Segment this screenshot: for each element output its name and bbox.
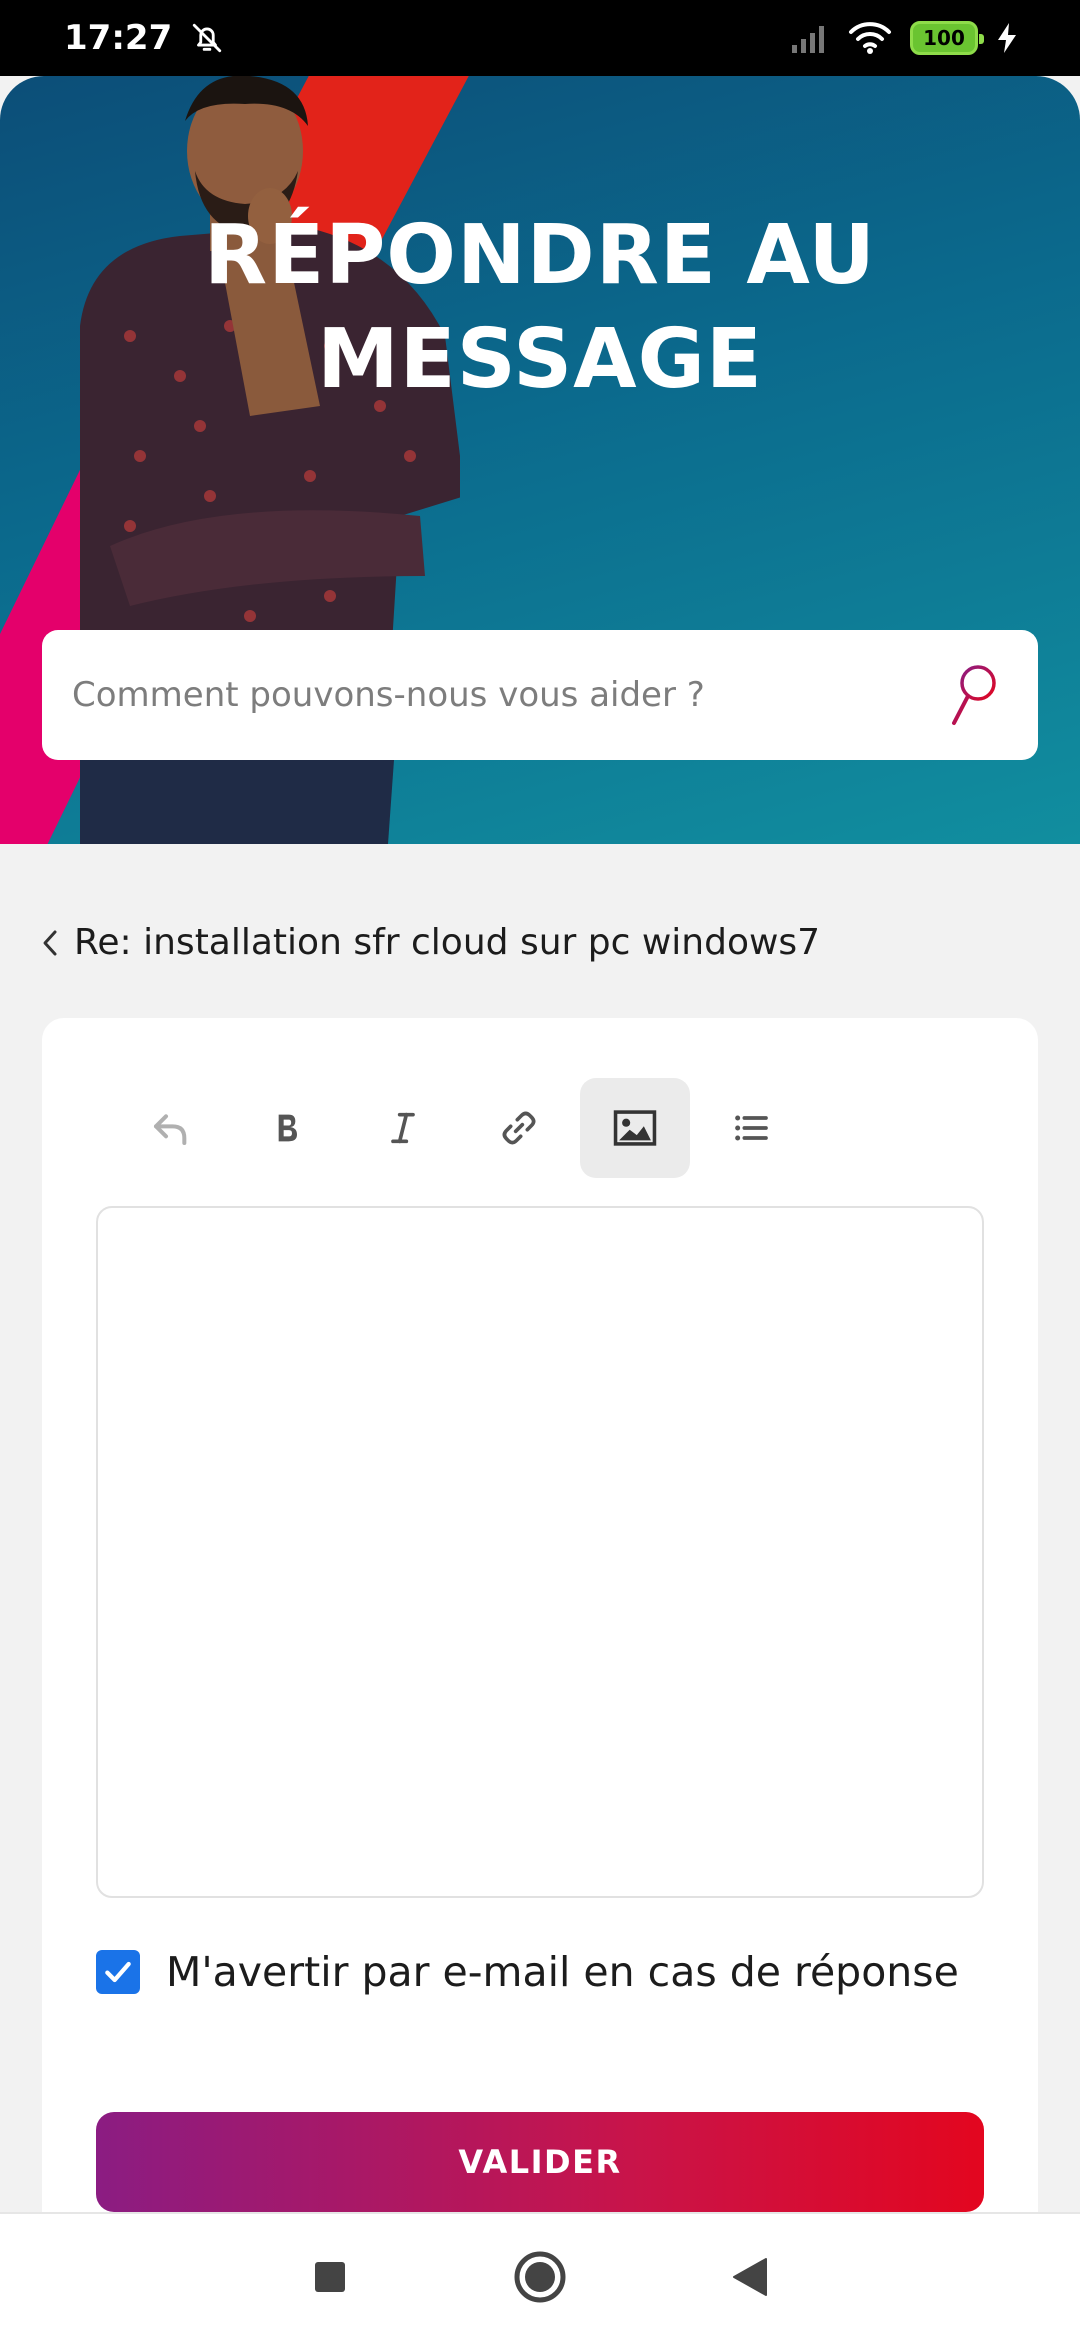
link-button[interactable] (464, 1078, 574, 1178)
search-placeholder: Comment pouvons-nous vous aider ? (72, 675, 705, 715)
status-left: 17:27 (64, 18, 224, 58)
wifi-icon (849, 22, 891, 54)
bold-icon (278, 1114, 297, 1142)
italic-button[interactable] (348, 1078, 458, 1178)
search-input[interactable]: Comment pouvons-nous vous aider ? (42, 630, 1038, 760)
image-button[interactable] (580, 1078, 690, 1178)
signal-icon (792, 26, 824, 53)
page: 17:27 100 RÉPONDRE AU MESSAGE Comment po… (0, 0, 1080, 2340)
message-editor[interactable] (96, 1206, 984, 1898)
undo-button[interactable] (116, 1078, 226, 1178)
hero-banner: RÉPONDRE AU MESSAGE Comment pouvons-nous… (0, 76, 1080, 844)
submit-button[interactable]: VALIDER (96, 2112, 984, 2212)
circle-icon (514, 2251, 566, 2303)
charging-icon (998, 23, 1016, 53)
search-icon[interactable] (948, 663, 1000, 727)
list-button[interactable] (696, 1078, 806, 1178)
page-title: RÉPONDRE AU MESSAGE (0, 204, 1080, 412)
bell-off-icon (193, 23, 222, 53)
undo-icon (154, 1114, 187, 1145)
status-right: 100 (790, 21, 1018, 55)
checkmark-icon (105, 1961, 131, 1983)
email-notify-checkbox[interactable] (96, 1950, 140, 1994)
recents-button[interactable] (300, 2247, 360, 2307)
link-icon (502, 1111, 536, 1145)
chevron-left-icon (43, 930, 57, 955)
list-icon (735, 1115, 768, 1141)
page-title-line-1: RÉPONDRE AU (204, 208, 876, 303)
battery-indicator: 100 (910, 21, 984, 55)
status-time: 17:27 (64, 18, 173, 58)
thread-back-link[interactable]: Re: installation sfr cloud sur pc window… (40, 922, 820, 963)
thread-title: Re: installation sfr cloud sur pc window… (74, 922, 821, 963)
page-title-line-2: MESSAGE (317, 312, 763, 407)
email-notify-option[interactable]: M'avertir par e-mail en cas de réponse (96, 1948, 959, 1996)
bold-button[interactable] (232, 1078, 342, 1178)
italic-icon (391, 1112, 415, 1144)
navigation-bar (0, 2212, 1080, 2340)
reply-form-card: M'avertir par e-mail en cas de réponse V… (42, 1018, 1038, 2318)
square-icon (315, 2262, 345, 2292)
image-icon (613, 1110, 657, 1146)
back-button[interactable] (720, 2247, 780, 2307)
home-button[interactable] (510, 2247, 570, 2307)
email-notify-label: M'avertir par e-mail en cas de réponse (166, 1948, 959, 1996)
editor-toolbar (116, 1078, 806, 1178)
triangle-back-icon (733, 2258, 767, 2296)
status-bar: 17:27 100 (0, 0, 1080, 76)
